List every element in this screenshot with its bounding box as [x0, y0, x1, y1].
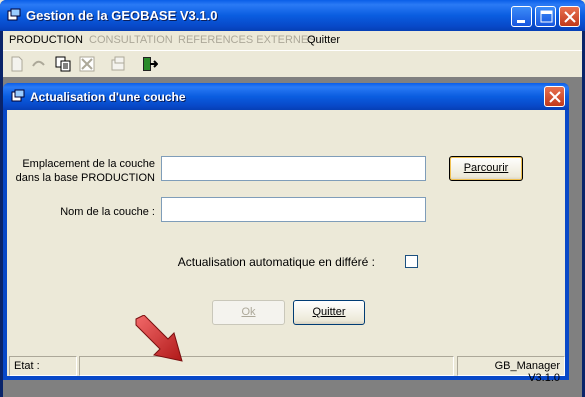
new-doc-icon[interactable]	[8, 55, 26, 73]
dialog-body: Emplacement de la couche dans la base PR…	[7, 110, 565, 384]
layer-name-input[interactable]	[161, 197, 426, 222]
auto-update-checkbox[interactable]	[405, 255, 418, 268]
red-arrow-icon	[135, 315, 183, 362]
location-label-line1: Emplacement de la couche	[22, 158, 155, 170]
quit-button-label: Quitter	[312, 306, 346, 318]
ok-button-label: Ok	[241, 306, 256, 318]
browse-button[interactable]: Parcourir	[449, 156, 523, 181]
menu-bar: PRODUCTION CONSULTATION REFERENCES EXTER…	[3, 31, 582, 50]
menu-quitter[interactable]: Quitter	[307, 34, 340, 46]
menu-references-externes[interactable]: REFERENCES EXTERNES	[178, 34, 316, 46]
version-label: GB_Manager V3.1.0	[457, 356, 565, 384]
copy-icon[interactable]	[54, 55, 72, 73]
toolbar	[3, 50, 582, 77]
minimize-icon	[517, 20, 525, 23]
app-title: Gestion de la GEOBASE V3.1.0	[26, 8, 218, 23]
maximize-icon	[540, 10, 553, 23]
status-bar: Etat : GB_Manager V3.1.0	[7, 354, 565, 384]
location-label-line2: dans la base PRODUCTION	[15, 172, 155, 184]
dialog-close-button[interactable]	[544, 86, 565, 107]
main-title-bar[interactable]: Gestion de la GEOBASE V3.1.0	[0, 0, 585, 31]
minimize-button[interactable]	[511, 6, 532, 27]
maximize-button[interactable]	[535, 6, 556, 27]
browse-button-label: Parcourir	[463, 162, 509, 174]
app-icon	[7, 8, 21, 21]
location-input[interactable]	[161, 156, 426, 181]
menu-consultation[interactable]: CONSULTATION	[89, 34, 173, 46]
close-icon	[564, 11, 576, 23]
close-button[interactable]	[559, 6, 580, 27]
refresh-icon[interactable]	[30, 55, 48, 73]
properties-icon[interactable]	[109, 55, 127, 73]
quit-button[interactable]: Quitter	[293, 300, 365, 325]
location-label: Emplacement de la couche dans la base PR…	[12, 157, 155, 185]
exit-icon[interactable]	[140, 55, 158, 73]
menu-production[interactable]: PRODUCTION	[9, 34, 83, 46]
layer-name-label: Nom de la couche :	[60, 206, 155, 218]
auto-update-label: Actualisation automatique en différé :	[177, 255, 375, 269]
dialog-title: Actualisation d'une couche	[30, 90, 186, 104]
delete-icon[interactable]	[78, 55, 96, 73]
close-icon	[549, 91, 561, 103]
status-label: Etat :	[9, 356, 77, 376]
dialog-icon	[11, 89, 25, 102]
ok-button[interactable]: Ok	[212, 300, 285, 325]
update-layer-dialog: Actualisation d'une couche Emplacement d…	[3, 83, 569, 384]
dialog-title-bar[interactable]: Actualisation d'une couche	[3, 83, 569, 110]
